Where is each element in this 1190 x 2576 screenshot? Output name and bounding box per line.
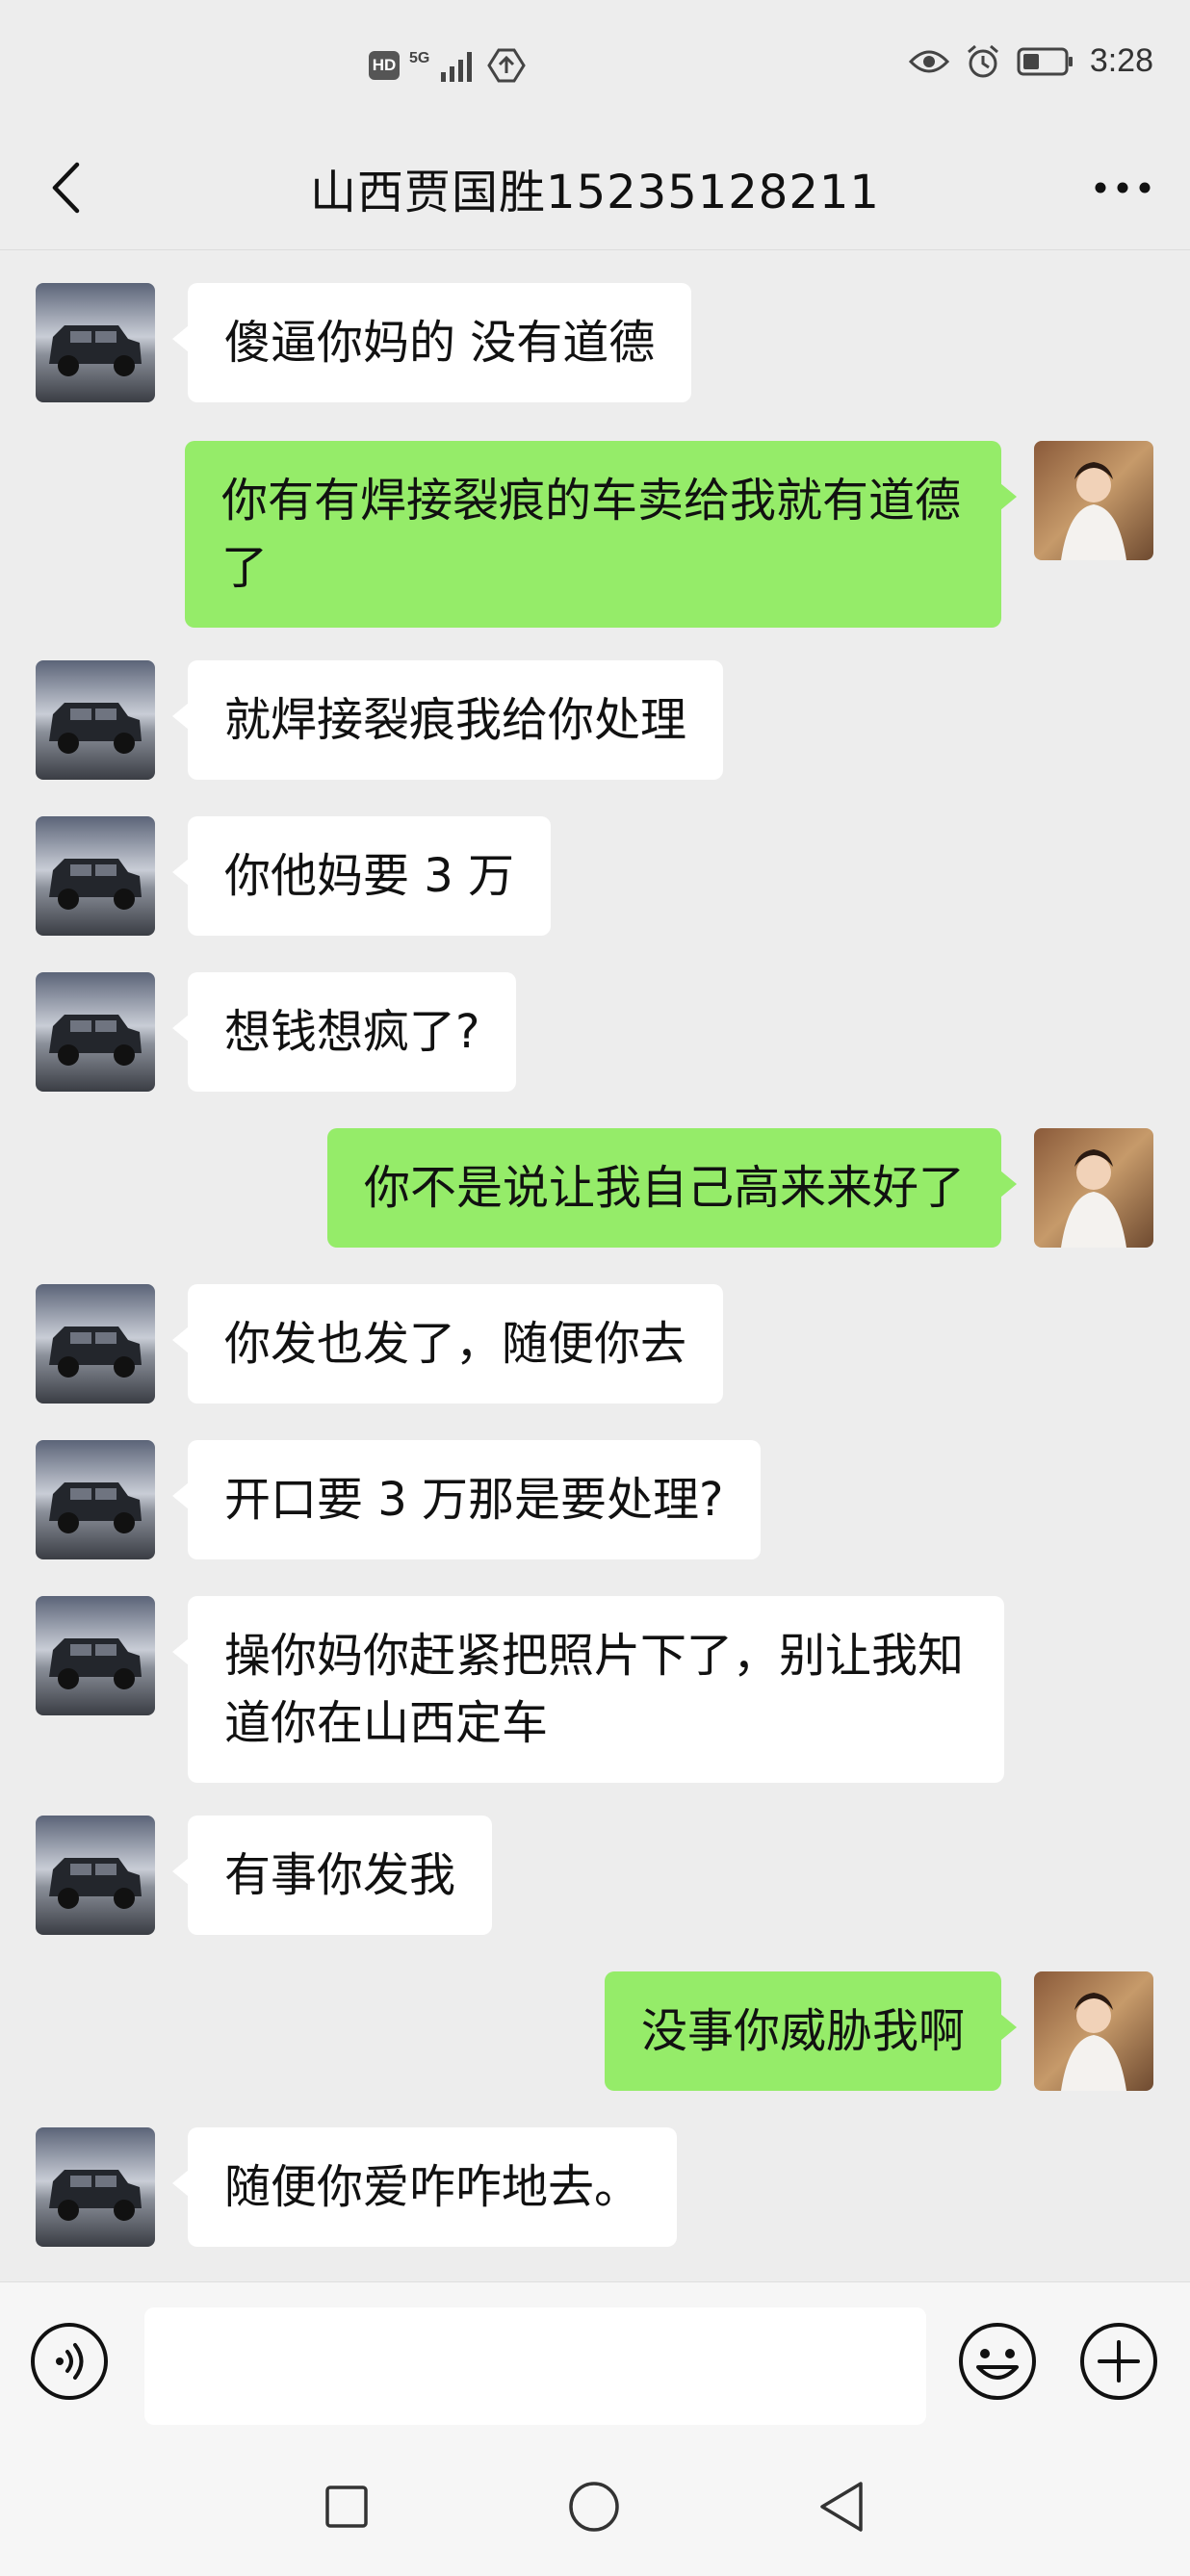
contact-avatar[interactable] <box>36 972 155 1092</box>
message-bubble[interactable]: 有事你发我 <box>171 1816 493 1935</box>
suv-avatar-icon <box>36 1284 155 1404</box>
suv-avatar-icon <box>36 660 155 780</box>
more-dots-icon <box>1095 182 1151 193</box>
voice-icon <box>31 2323 108 2400</box>
chevron-left-icon <box>52 162 80 214</box>
plus-icon <box>1080 2323 1157 2400</box>
contact-avatar[interactable] <box>36 1440 155 1559</box>
message-bubble[interactable]: 傻逼你妈的 没有道德 <box>171 283 692 402</box>
more-button[interactable] <box>1084 159 1161 217</box>
emoji-icon <box>959 2323 1036 2400</box>
chat-title: 山西贾国胜15235128211 <box>310 166 880 219</box>
alarm-icon <box>967 44 998 77</box>
more-functions-button[interactable] <box>1078 2321 1159 2402</box>
contact-avatar[interactable] <box>36 1284 155 1404</box>
contact-avatar[interactable] <box>36 660 155 780</box>
voice-button[interactable] <box>29 2321 110 2402</box>
contact-avatar[interactable] <box>36 816 155 936</box>
system-navigation-bar <box>0 2439 1190 2576</box>
clock: 3:28 <box>1089 42 1153 79</box>
message-bubble[interactable]: 操你妈你赶紧把照片下了，别让我知道你在山西定车 <box>172 1596 1004 1783</box>
contact-avatar[interactable] <box>36 2127 155 2247</box>
message-bubble[interactable]: 你他妈要 3 万 <box>171 816 552 936</box>
message-bubble[interactable]: 你发也发了，随便你去 <box>171 1284 724 1404</box>
message-bubble[interactable]: 想钱想疯了? <box>171 972 517 1092</box>
my-avatar[interactable] <box>1034 1128 1153 1248</box>
contact-avatar[interactable] <box>36 283 155 402</box>
message-bubble[interactable]: 你有有焊接裂痕的车卖给我就有道德了 <box>185 441 1017 628</box>
input-bar <box>0 2281 1190 2439</box>
suv-avatar-icon <box>36 1440 155 1559</box>
hd-badge: HD <box>369 51 400 80</box>
message-bubble[interactable]: 你不是说让我自己高来来好了 <box>326 1128 1018 1248</box>
home-button[interactable] <box>563 2476 625 2537</box>
suv-avatar-icon <box>36 283 155 402</box>
user-photo-avatar-icon <box>1034 1971 1153 2091</box>
recent-apps-button[interactable] <box>316 2476 377 2537</box>
battery-icon <box>1017 47 1073 75</box>
signal-icon <box>441 52 473 82</box>
eye-comfort-icon <box>908 50 949 72</box>
suv-avatar-icon <box>36 2127 155 2247</box>
suv-avatar-icon <box>36 972 155 1092</box>
contact-avatar[interactable] <box>36 1596 155 1715</box>
circle-icon <box>569 2482 619 2532</box>
system-indicators: 3:28 <box>908 42 1153 80</box>
square-icon <box>325 2486 368 2528</box>
user-photo-avatar-icon <box>1034 1128 1153 1248</box>
my-avatar[interactable] <box>1034 441 1153 560</box>
back-button[interactable] <box>37 154 94 221</box>
hotspot-icon <box>487 48 527 83</box>
suv-avatar-icon <box>36 1596 155 1715</box>
user-photo-avatar-icon <box>1034 441 1153 560</box>
message-input[interactable] <box>144 2307 926 2425</box>
message-list[interactable]: 傻逼你妈的 没有道德 你有有焊接裂痕的车卖给我就有道德了 就焊接裂痕我给你处理 … <box>0 252 1190 2280</box>
triangle-back-icon <box>820 2482 863 2532</box>
suv-avatar-icon <box>36 816 155 936</box>
emoji-button[interactable] <box>957 2321 1038 2402</box>
message-bubble[interactable]: 没事你威胁我啊 <box>604 1971 1018 2091</box>
back-nav-button[interactable] <box>811 2476 872 2537</box>
my-avatar[interactable] <box>1034 1971 1153 2091</box>
suv-avatar-icon <box>36 1816 155 1935</box>
message-bubble[interactable]: 就焊接裂痕我给你处理 <box>171 660 724 780</box>
message-bubble[interactable]: 随便你爱咋咋地去。 <box>171 2127 678 2247</box>
network-type: 5G <box>409 50 430 66</box>
status-bar: HD 5G 3:28 <box>0 0 1190 125</box>
message-bubble[interactable]: 开口要 3 万那是要处理? <box>172 1440 761 1559</box>
network-indicators: HD 5G <box>369 48 527 83</box>
chat-header: 山西贾国胜15235128211 <box>0 125 1190 250</box>
contact-avatar[interactable] <box>36 1816 155 1935</box>
